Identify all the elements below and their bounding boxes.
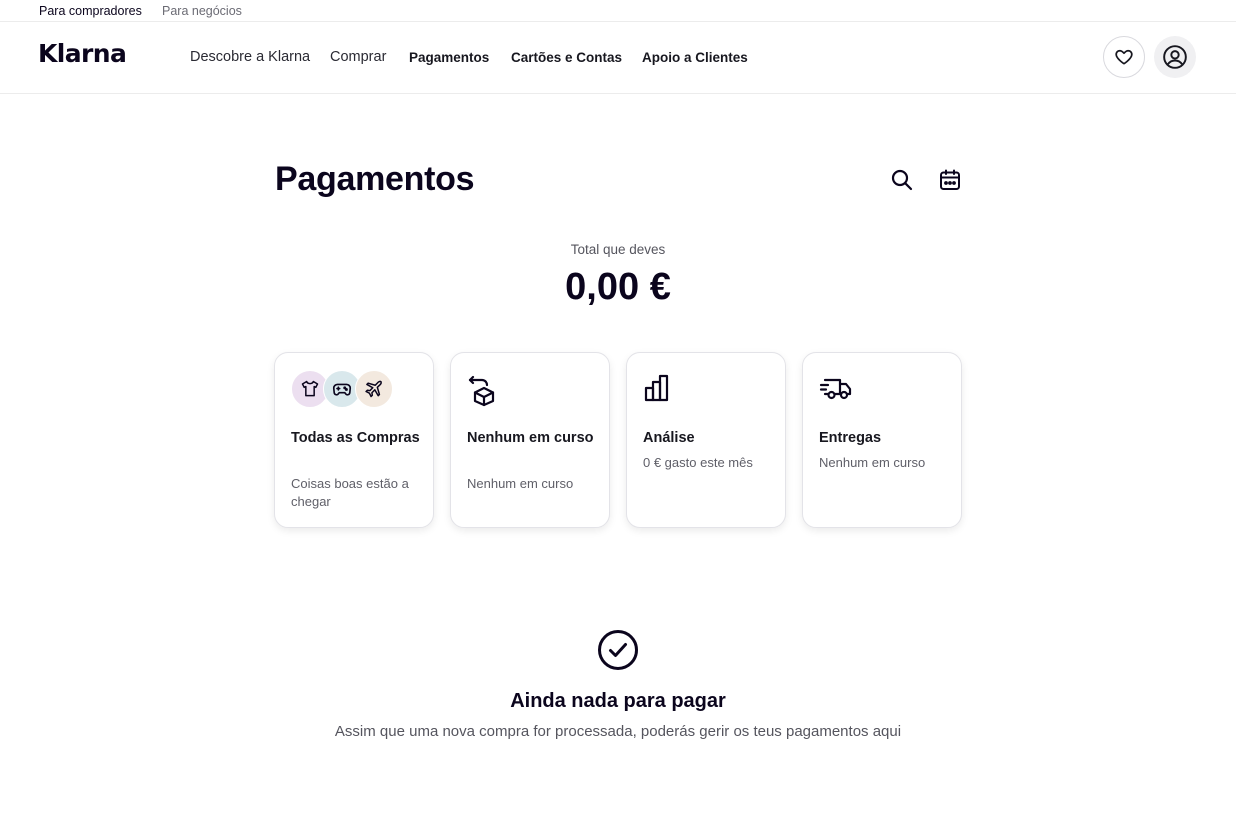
card-deliveries[interactable]: Entregas Nenhum em curso [802, 352, 962, 528]
card-icon [819, 373, 853, 408]
empty-state-title: Ainda nada para pagar [510, 690, 726, 712]
main-nav: Klarna Descobre a Klarna Comprar Pagamen… [0, 22, 1236, 94]
card-title: Nenhum em curso [467, 430, 594, 446]
audience-business-link[interactable]: Para negócios [162, 4, 242, 18]
card-title: Todas as Compras [291, 430, 420, 446]
total-label: Total que deves [570, 242, 666, 257]
klarna-logo[interactable]: Klarna [38, 39, 127, 68]
nav-item-pagamentos[interactable]: Pagamentos [409, 50, 489, 65]
audience-bar: Para compradores Para negócios [0, 0, 1236, 22]
card-icon [643, 373, 673, 408]
airplane-icon [365, 380, 382, 398]
nav-item-cartoes[interactable]: Cartões e Contas [511, 50, 622, 65]
truck-icon [819, 378, 852, 400]
card-subtitle: Coisas boas estão a chegar [291, 476, 409, 509]
nav-item-apoio[interactable]: Apoio a Clientes [642, 50, 748, 65]
card-subtitle: Nenhum em curso [467, 476, 574, 491]
wishlist-button[interactable] [1103, 36, 1145, 78]
card-subtitle: 0 € gasto este mês [643, 455, 753, 470]
card-icon [467, 373, 497, 412]
search-icon [891, 169, 913, 191]
account-button[interactable] [1154, 36, 1196, 78]
calendar-button[interactable] [936, 166, 964, 194]
page-title: Pagamentos [275, 160, 475, 198]
card-title: Entregas [819, 430, 882, 446]
check-circle-icon [598, 630, 638, 670]
card-title: Análise [643, 430, 695, 446]
return-box-icon [468, 375, 495, 407]
tshirt-icon [301, 380, 319, 397]
card-subtitle: Nenhum em curso [819, 455, 926, 470]
category-icons [291, 370, 401, 410]
bar-chart-icon [644, 374, 669, 402]
card-in-progress[interactable]: Nenhum em curso Nenhum em curso [450, 352, 610, 528]
user-icon [1163, 45, 1187, 69]
gamepad-icon [332, 383, 352, 396]
total-amount: 0,00 € [565, 266, 671, 308]
search-button[interactable] [888, 166, 916, 194]
audience-buyers-link[interactable]: Para compradores [39, 4, 142, 18]
airplane-bubble [355, 370, 393, 408]
nav-item-comprar[interactable]: Comprar [330, 49, 386, 65]
calendar-icon [940, 169, 960, 190]
empty-state-text: Assim que uma nova compra for processada… [334, 723, 902, 740]
card-analysis[interactable]: Análise 0 € gasto este mês [626, 352, 786, 528]
nav-item-descobre[interactable]: Descobre a Klarna [190, 49, 310, 65]
heart-icon [1115, 49, 1133, 65]
card-all-purchases[interactable]: Todas as Compras Coisas boas estão a che… [274, 352, 434, 528]
